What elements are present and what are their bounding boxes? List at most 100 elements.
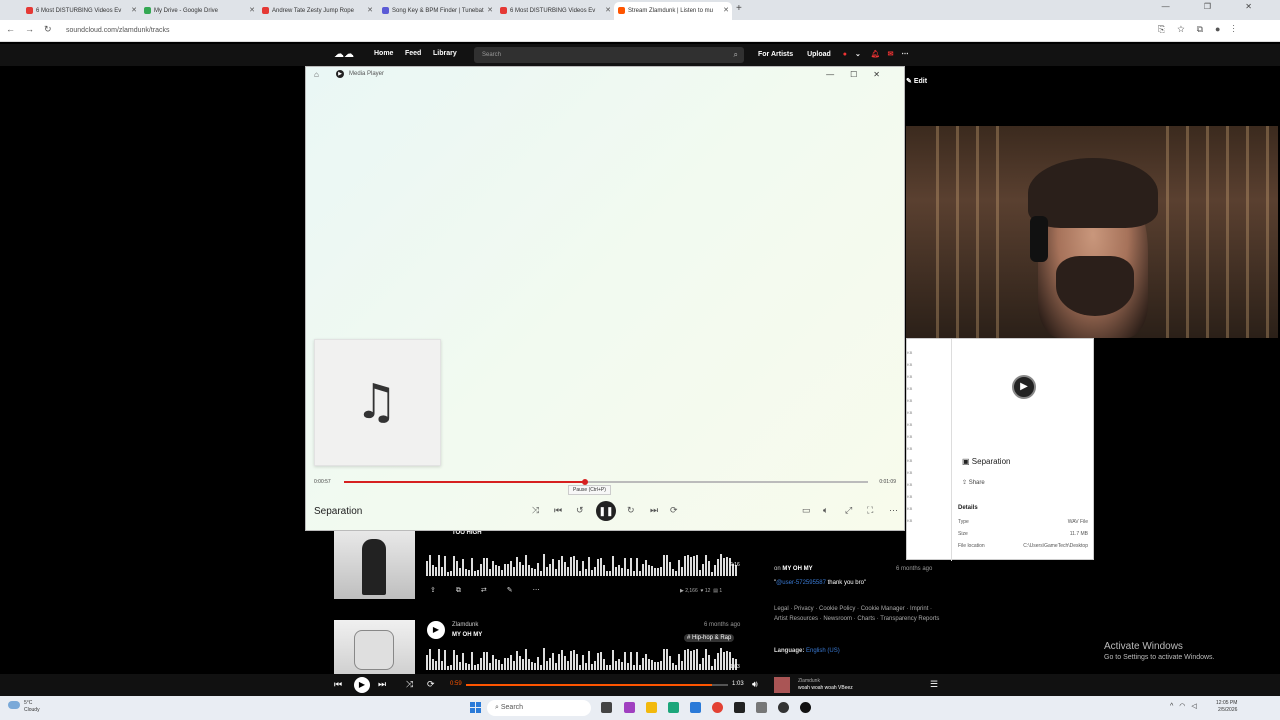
track-artwork[interactable] bbox=[334, 620, 415, 676]
now-playing-title[interactable]: woah woah woah VBeez bbox=[798, 685, 853, 691]
share-icon[interactable]: ⇪ bbox=[430, 587, 456, 594]
volume-icon[interactable]: 🔈︎ bbox=[823, 505, 828, 516]
windows-start-icon[interactable] bbox=[470, 702, 481, 713]
shuffle-icon[interactable]: ⤨ bbox=[532, 505, 539, 516]
miniplayer-icon[interactable]: ▭ bbox=[802, 505, 811, 516]
close-tab-icon[interactable]: ✕ bbox=[367, 2, 373, 20]
genre-tag[interactable]: # Hip-hop & Rap bbox=[684, 634, 735, 642]
previous-icon[interactable]: ⏮ bbox=[554, 505, 562, 516]
for-artists-link[interactable]: For Artists bbox=[758, 51, 793, 58]
search-icon[interactable]: ⌕ bbox=[734, 47, 738, 63]
footer-links[interactable]: Legal · Privacy · Cookie Policy · Cookie… bbox=[774, 604, 944, 624]
browser-icons[interactable]: ⎘☆⧉●⋮ bbox=[1158, 24, 1247, 35]
cast-icon[interactable]: ⤢ bbox=[845, 505, 852, 516]
share-button[interactable]: ⇪ Share bbox=[962, 479, 985, 486]
browser-tab[interactable]: 6 Most DISTURBING Videos Ev ✕ bbox=[496, 2, 614, 20]
comment-track-link[interactable]: MY OH MY bbox=[782, 566, 812, 572]
track-artist[interactable]: Zlamdunk bbox=[452, 622, 478, 628]
browser-tab[interactable]: My Drive - Google Drive ✕ bbox=[140, 2, 258, 20]
now-playing-artist[interactable]: Zlamdunk bbox=[798, 678, 820, 684]
taskbar-search[interactable]: ⌕ Search bbox=[487, 700, 591, 716]
nav-home[interactable]: Home bbox=[374, 50, 393, 57]
track-waveform[interactable] bbox=[426, 648, 742, 670]
settings-icon[interactable] bbox=[756, 702, 767, 713]
terminal-icon[interactable] bbox=[734, 702, 745, 713]
upload-link[interactable]: Upload bbox=[807, 51, 831, 58]
nav-library[interactable]: Library bbox=[433, 50, 457, 57]
language-value[interactable]: English (US) bbox=[806, 648, 840, 654]
url-bar[interactable]: soundcloud.com/zlamdunk/tracks bbox=[62, 24, 1142, 38]
reload-icon[interactable]: ↻ bbox=[44, 24, 62, 34]
comment-user-link[interactable]: @user-572595587 bbox=[776, 580, 826, 586]
shuffle-icon[interactable]: ⤨ bbox=[406, 679, 413, 690]
store-icon[interactable] bbox=[690, 702, 701, 713]
edit-button[interactable]: ✎ Edit bbox=[906, 77, 927, 85]
skip-back-10-icon[interactable]: ↺ bbox=[576, 505, 584, 516]
seek-bar[interactable] bbox=[344, 479, 868, 485]
more-options-icon[interactable]: ⋯ bbox=[889, 505, 898, 516]
queue-icon[interactable]: ☰ bbox=[930, 679, 938, 690]
edit-icon[interactable]: ✎ bbox=[507, 587, 533, 594]
likes-count: ♥ 12 bbox=[700, 588, 711, 594]
obs-icon[interactable] bbox=[778, 702, 789, 713]
previous-icon[interactable]: ⏮ bbox=[334, 679, 342, 690]
next-icon[interactable]: ⏭ bbox=[378, 679, 386, 690]
browser-tab[interactable]: Andrew Tate Zesty Jump Rope ✕ bbox=[258, 2, 376, 20]
more-icon[interactable]: ⋯ bbox=[533, 587, 560, 594]
soundcloud-logo-icon[interactable]: ☁☁ bbox=[334, 49, 358, 61]
nav-feed[interactable]: Feed bbox=[405, 50, 421, 57]
home-icon[interactable]: ⌂ bbox=[314, 70, 319, 79]
volume-icon[interactable]: 🔊︎ bbox=[752, 679, 758, 690]
repeat-icon[interactable]: ⟳ bbox=[670, 505, 678, 516]
browser-tab-active[interactable]: Stream Zlamdunk | Listen to mu ✕ bbox=[614, 2, 732, 20]
more-icon[interactable]: ⋯ bbox=[901, 51, 908, 58]
search-input[interactable]: Search ⌕ bbox=[474, 47, 744, 63]
browser-tab[interactable]: Song Key & BPM Finder | Tunebat ✕ bbox=[378, 2, 496, 20]
chevron-down-icon[interactable]: ⌄ bbox=[855, 51, 861, 58]
waveform-bar bbox=[618, 658, 620, 670]
task-view-icon[interactable] bbox=[601, 702, 612, 713]
weather-widget[interactable]: 5°C Cloudy bbox=[8, 700, 40, 714]
detail-key: File location bbox=[958, 543, 985, 549]
close-tab-icon[interactable]: ✕ bbox=[487, 2, 493, 20]
play-button[interactable]: ▶ bbox=[354, 677, 370, 693]
close-tab-icon[interactable]: ✕ bbox=[131, 2, 137, 20]
track-play-button[interactable]: ▶ bbox=[427, 621, 445, 639]
window-controls[interactable]: —☐✕ bbox=[826, 70, 896, 79]
window-controls[interactable]: — ❐ ✕ bbox=[1162, 2, 1268, 11]
clock-time: 12:05 PM bbox=[1216, 700, 1238, 706]
track-title[interactable]: MY OH MY bbox=[452, 632, 482, 638]
media-player-taskbar-icon[interactable] bbox=[800, 702, 811, 713]
close-tab-icon[interactable]: ✕ bbox=[249, 2, 255, 20]
edge-icon[interactable] bbox=[668, 702, 679, 713]
language-selector[interactable]: Language: English (US) bbox=[774, 648, 840, 654]
repost-icon[interactable]: ⇄ bbox=[481, 587, 507, 594]
browser-tab[interactable]: 6 Most DISTURBING Videos Ev ✕ bbox=[22, 2, 140, 20]
forward-icon[interactable]: → bbox=[25, 24, 44, 34]
fullscreen-icon[interactable]: ⛶ bbox=[867, 505, 873, 516]
now-playing-artwork[interactable] bbox=[774, 677, 790, 693]
track-artwork[interactable] bbox=[334, 531, 415, 599]
skip-forward-30-icon[interactable]: ↻ bbox=[627, 505, 635, 516]
preview-play-icon[interactable]: ▶ bbox=[1012, 375, 1036, 399]
new-tab-button[interactable]: + bbox=[736, 3, 742, 14]
app-icon[interactable] bbox=[624, 702, 635, 713]
file-explorer-icon[interactable] bbox=[646, 702, 657, 713]
pause-button[interactable]: ❚❚ bbox=[596, 501, 616, 521]
player-progress-bar[interactable] bbox=[466, 684, 728, 686]
nav-buttons[interactable]: ←→↻ bbox=[6, 24, 62, 35]
avatar[interactable]: ● bbox=[843, 51, 847, 58]
system-tray[interactable]: ^◠◁ bbox=[1170, 702, 1203, 710]
close-tab-icon[interactable]: ✕ bbox=[605, 2, 611, 20]
chrome-icon[interactable] bbox=[712, 702, 723, 713]
copy-link-icon[interactable]: ⧉ bbox=[456, 587, 481, 594]
repeat-icon[interactable]: ⟳ bbox=[427, 679, 435, 690]
back-icon[interactable]: ← bbox=[6, 24, 25, 34]
messages-icon[interactable]: ✉︎ bbox=[888, 51, 894, 58]
system-clock[interactable]: 12:05 PM 2/5/2026 bbox=[1216, 700, 1237, 714]
notifications-icon[interactable]: 🔔︎ bbox=[871, 51, 880, 58]
waveform-bar bbox=[579, 571, 581, 576]
close-tab-icon[interactable]: ✕ bbox=[723, 2, 729, 20]
track-waveform[interactable] bbox=[426, 554, 742, 576]
next-icon[interactable]: ⏭ bbox=[650, 505, 658, 516]
